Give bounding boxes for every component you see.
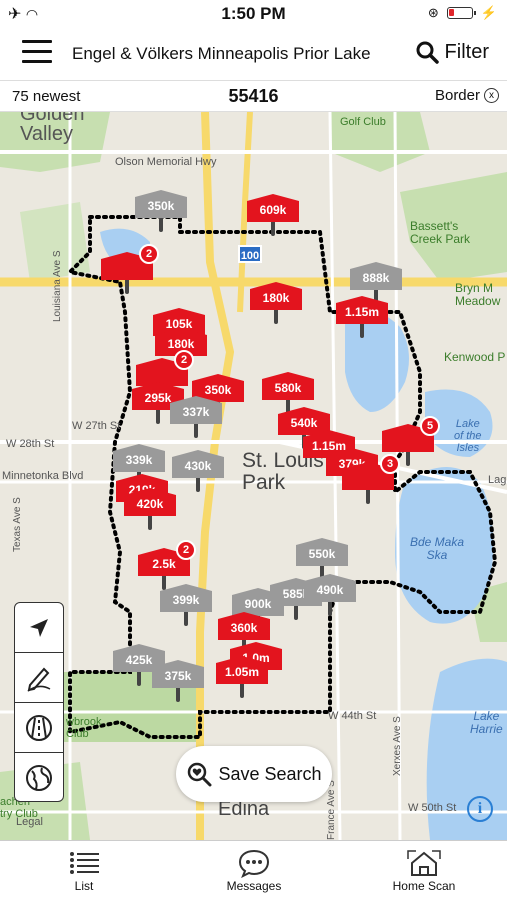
listing-pin-cluster[interactable]: 3 — [342, 454, 400, 504]
commute-road-icon[interactable] — [15, 703, 63, 753]
listing-pin[interactable]: 350k — [135, 190, 187, 232]
listing-pin[interactable]: 420k — [124, 488, 176, 530]
charging-icon: ⚡ — [480, 5, 497, 20]
legal-link[interactable]: Legal — [16, 816, 43, 828]
status-right: ⊛ ⚡ — [428, 5, 497, 21]
filter-button[interactable]: Filter — [415, 40, 489, 64]
label-brook-club: wbrook Club — [66, 716, 102, 740]
listing-pin[interactable]: 609k — [247, 194, 299, 236]
locate-me-icon[interactable] — [15, 603, 63, 653]
list-icon — [58, 847, 110, 879]
save-search-label: Save Search — [218, 763, 322, 784]
subbar: 75 newest 55416 Border x — [0, 80, 507, 112]
chat-bubble-icon — [218, 847, 290, 879]
border-label: Border — [434, 87, 480, 104]
label-kenwood: Kenwood P — [444, 350, 506, 364]
info-icon[interactable]: i — [467, 796, 493, 822]
house-scan-icon — [384, 847, 464, 879]
tab-list-label: List — [74, 879, 94, 893]
label-bassetts: Bassett's Creek Park — [410, 219, 471, 246]
close-icon[interactable]: x — [484, 88, 499, 103]
listing-pin[interactable]: 1.05m — [216, 656, 268, 698]
label-w44: W 44th St — [328, 710, 377, 722]
label-olson: Olson Memorial Hwy — [115, 156, 217, 168]
listing-pin[interactable]: 180k — [250, 282, 302, 324]
zip-code: 55416 — [228, 86, 279, 106]
rotation-lock-icon: ⊛ — [427, 5, 439, 20]
header: Engel & Völkers Minneapolis Prior Lake F… — [0, 28, 507, 80]
label-lake-harriet: Lake Harrie — [470, 709, 503, 736]
listing-pin[interactable]: 490k — [304, 574, 356, 616]
listing-pin[interactable]: 399k — [160, 584, 212, 626]
listing-pin-cluster[interactable]: 2 — [101, 244, 159, 294]
label-louisiana: Louisiana Ave S — [52, 250, 63, 322]
map[interactable]: Golden Valley Golf Club Olson Memorial H… — [0, 112, 507, 840]
battery-icon — [446, 7, 476, 19]
listing-pin[interactable]: 430k — [172, 450, 224, 492]
status-bar: ✈ ◠ 1:50 PM ⊛ ⚡ — [0, 0, 507, 28]
save-search-button[interactable]: Save Search — [176, 746, 332, 802]
label-bde-maka-ska: Bde Maka Ska — [410, 535, 465, 562]
tab-home-scan[interactable]: Home Scan — [384, 847, 464, 893]
listing-pin[interactable]: 1.15m — [336, 296, 388, 338]
draw-boundary-icon[interactable] — [15, 653, 63, 703]
highway-100-shield: 100 — [238, 245, 262, 263]
tab-messages-label: Messages — [226, 879, 282, 893]
search-icon — [416, 41, 439, 64]
filter-label: Filter — [444, 40, 489, 63]
tab-list[interactable]: List — [58, 847, 110, 893]
listing-pin[interactable]: 337k — [170, 396, 222, 438]
label-texas: Texas Ave S — [12, 497, 23, 552]
heart-search-icon — [188, 762, 212, 787]
hamburger-menu-icon[interactable] — [22, 40, 52, 66]
map-controls — [14, 602, 64, 802]
label-minnetonka: Minnetonka Blvd — [2, 470, 84, 482]
tab-messages[interactable]: Messages — [218, 847, 290, 893]
page-title: Engel & Völkers Minneapolis Prior Lake — [72, 44, 371, 63]
border-toggle[interactable]: Border x — [435, 87, 499, 104]
label-xerxes: Xerxes Ave S — [392, 716, 403, 776]
tab-home-scan-label: Home Scan — [392, 879, 456, 893]
tab-bar: List Messages Home Scan — [0, 840, 507, 900]
label-w27: W 27th St — [72, 420, 121, 432]
label-golf-club: Golf Club — [340, 116, 386, 128]
globe-icon[interactable] — [15, 753, 63, 803]
label-lake-isles: Lake of the Isles — [454, 418, 482, 454]
label-lag: Lag — [488, 474, 507, 486]
label-golden-valley: Golden Valley — [20, 112, 85, 145]
listing-pin[interactable]: 375k — [152, 660, 204, 702]
label-w28: W 28th St — [6, 438, 55, 450]
label-france: France Ave S — [326, 780, 337, 840]
label-bryn-mawr: Bryn M Meadow — [455, 281, 501, 308]
label-w50: W 50th St — [408, 802, 457, 814]
